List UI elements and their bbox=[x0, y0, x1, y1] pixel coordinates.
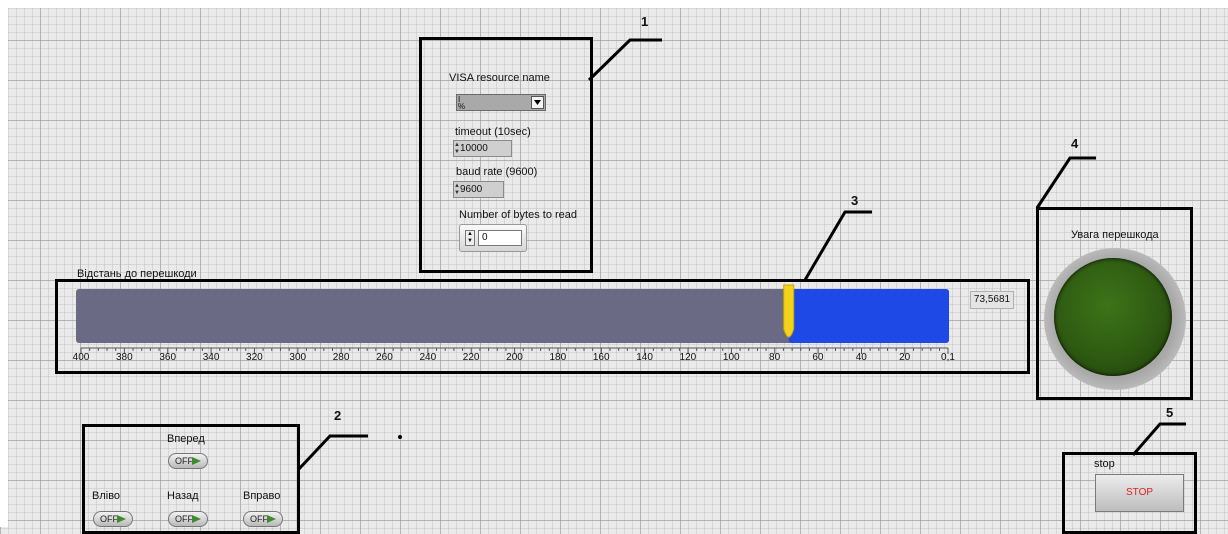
right-toggle[interactable]: OFF bbox=[243, 511, 283, 527]
increment-decrement-icon[interactable]: ▲ ▼ bbox=[454, 142, 460, 156]
tick-label: 120 bbox=[679, 352, 697, 363]
tick-label: 360 bbox=[159, 352, 177, 363]
callout-number-2: 2 bbox=[334, 408, 342, 423]
toggle-text: OFF bbox=[250, 514, 268, 524]
toggle-text: OFF bbox=[100, 514, 118, 524]
baud-rate-label: baud rate (9600) bbox=[456, 166, 538, 178]
tick-label: 20 bbox=[899, 352, 911, 363]
tick-label: 220 bbox=[462, 352, 480, 363]
distance-value-display: 73,5681 bbox=[970, 291, 1014, 309]
tick-label: 280 bbox=[332, 352, 350, 363]
chevron-down-icon[interactable] bbox=[531, 96, 544, 109]
warning-label: Увага перешкода bbox=[1071, 229, 1159, 241]
callout-line-1 bbox=[587, 38, 662, 82]
back-toggle[interactable]: OFF bbox=[168, 511, 208, 527]
baud-rate-value: 9600 bbox=[460, 184, 483, 195]
tick-label: 160 bbox=[592, 352, 610, 363]
callout-line-2 bbox=[296, 434, 368, 472]
tick-label: 100 bbox=[722, 352, 740, 363]
left-toggle[interactable]: OFF bbox=[93, 511, 133, 527]
callout-number-1: 1 bbox=[641, 14, 649, 29]
tick-label: 300 bbox=[289, 352, 307, 363]
io-icon: I% bbox=[458, 95, 466, 111]
distance-label: Відстань до перешкоди bbox=[77, 268, 197, 280]
tick-label: 80 bbox=[769, 352, 781, 363]
stop-button[interactable]: STOP bbox=[1095, 474, 1184, 512]
toggle-knob-icon bbox=[117, 515, 126, 523]
tick-label: 260 bbox=[376, 352, 393, 363]
tick-label: 340 bbox=[202, 352, 220, 363]
timeout-label: timeout (10sec) bbox=[455, 126, 531, 138]
timeout-input[interactable]: ▲ ▼ 10000 bbox=[453, 140, 512, 157]
tick-label: 140 bbox=[636, 352, 653, 363]
toggle-knob-icon bbox=[192, 457, 201, 465]
toggle-text: OFF bbox=[175, 514, 193, 524]
callout-number-4: 4 bbox=[1071, 136, 1079, 151]
stop-label: stop bbox=[1094, 458, 1115, 470]
toggle-text: OFF bbox=[175, 456, 193, 466]
tick-label: 400 bbox=[72, 352, 90, 363]
tick-label: 40 bbox=[855, 352, 867, 363]
bytes-to-read-value: 0 bbox=[478, 230, 522, 246]
right-label: Вправо bbox=[243, 490, 281, 502]
left-label: Вліво bbox=[92, 490, 121, 502]
stray-dot bbox=[398, 435, 402, 439]
tick-label: 380 bbox=[116, 352, 133, 363]
timeout-value: 10000 bbox=[460, 143, 488, 154]
toggle-knob-icon bbox=[192, 515, 201, 523]
tick-label: 320 bbox=[246, 352, 263, 363]
back-label: Назад bbox=[167, 490, 199, 502]
visa-resource-label: VISA resource name bbox=[449, 72, 550, 84]
tick-label: 240 bbox=[419, 352, 437, 363]
bytes-to-read-label: Number of bytes to read bbox=[459, 209, 578, 221]
toggle-knob-icon bbox=[267, 515, 276, 523]
tick-label: 180 bbox=[549, 352, 567, 363]
tick-label: 60 bbox=[812, 352, 824, 363]
tick-label: 0,1 bbox=[941, 352, 955, 363]
slide-pointer bbox=[783, 284, 795, 338]
forward-toggle[interactable]: OFF bbox=[168, 453, 208, 469]
baud-rate-input[interactable]: ▲ ▼ 9600 bbox=[453, 181, 504, 198]
callout-line-4 bbox=[1035, 156, 1096, 209]
callout-number-5: 5 bbox=[1166, 405, 1174, 420]
tick-label: 200 bbox=[506, 352, 523, 363]
visa-resource-select[interactable]: I% bbox=[456, 94, 546, 111]
warning-led bbox=[1044, 248, 1186, 390]
led-lamp bbox=[1054, 258, 1172, 376]
callout-line-5 bbox=[1131, 422, 1186, 456]
forward-label: Вперед bbox=[167, 433, 205, 445]
increment-decrement-icon[interactable]: ▲ ▼ bbox=[454, 183, 460, 197]
callout-number-3: 3 bbox=[851, 193, 859, 208]
increment-decrement-icon[interactable]: ▲ ▼ bbox=[465, 230, 475, 246]
slide-fill bbox=[788, 289, 949, 343]
callout-line-3 bbox=[803, 210, 872, 281]
distance-slide[interactable] bbox=[70, 282, 960, 362]
bytes-to-read-control[interactable]: ▲ ▼ 0 bbox=[459, 224, 527, 252]
